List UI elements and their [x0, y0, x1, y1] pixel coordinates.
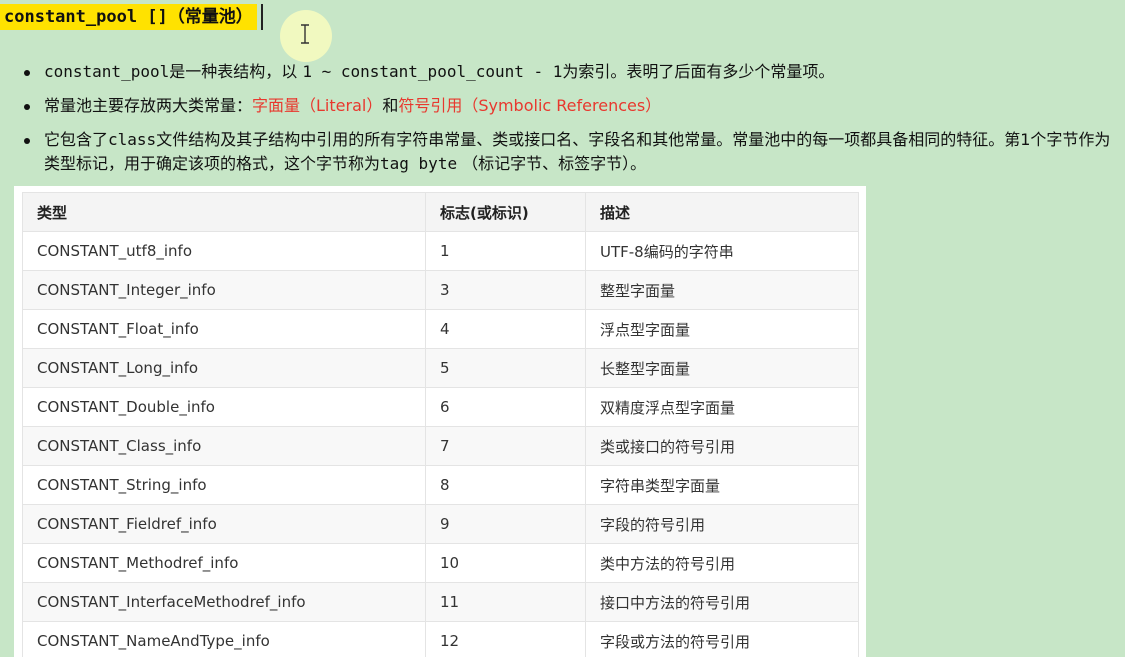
bullet-item: constant_pool是一种表结构，以 1 ~ constant_pool_…	[20, 60, 1120, 84]
bullet-text: 它包含了	[44, 130, 109, 149]
cell-description: 类中方法的符号引用	[585, 543, 859, 583]
cell-tag: 11	[425, 582, 586, 622]
cell-tag: 4	[425, 309, 586, 349]
column-header-description: 描述	[585, 192, 859, 232]
cell-tag: 1	[425, 231, 586, 271]
highlighted-term: 符号引用（Symbolic References）	[398, 96, 662, 115]
cell-description: 接口中方法的符号引用	[585, 582, 859, 622]
section-heading: constant_pool []（常量池）	[0, 4, 263, 30]
cell-type: CONSTANT_Integer_info	[22, 270, 426, 310]
cell-type: CONSTANT_InterfaceMethodref_info	[22, 582, 426, 622]
cell-type: CONSTANT_Class_info	[22, 426, 426, 466]
cell-tag: 12	[425, 621, 586, 657]
table-row: CONSTANT_Long_info 5 长整型字面量	[22, 348, 859, 388]
cell-type: CONSTANT_Long_info	[22, 348, 426, 388]
cell-description: 字符串类型字面量	[585, 465, 859, 505]
cell-tag: 7	[425, 426, 586, 466]
text-caret	[260, 4, 263, 30]
table-header-row: 类型 标志(或标识) 描述	[22, 192, 859, 232]
column-header-tag: 标志(或标识)	[425, 192, 586, 232]
heading-text: constant_pool []（常量池）	[0, 4, 257, 30]
table-row: CONSTANT_String_info 8 字符串类型字面量	[22, 465, 859, 505]
cell-type: CONSTANT_Double_info	[22, 387, 426, 427]
cell-description: 双精度浮点型字面量	[585, 387, 859, 427]
cell-type: CONSTANT_NameAndType_info	[22, 621, 426, 657]
cell-tag: 3	[425, 270, 586, 310]
inline-code: constant_pool	[44, 62, 170, 81]
inline-code: 1 ~ constant_pool_count - 1	[302, 62, 563, 81]
bullet-text: （标记字节、标签字节）。	[457, 154, 647, 173]
cell-type: CONSTANT_utf8_info	[22, 231, 426, 271]
bullet-text: 常量池主要存放两大类常量：	[44, 96, 253, 115]
table-row: CONSTANT_Double_info 6 双精度浮点型字面量	[22, 387, 859, 427]
column-header-type: 类型	[22, 192, 426, 232]
bullet-list: constant_pool是一种表结构，以 1 ~ constant_pool_…	[20, 60, 1120, 186]
table-row: CONSTANT_Class_info 7 类或接口的符号引用	[22, 426, 859, 466]
constant-type-table-panel: 类型 标志(或标识) 描述 CONSTANT_utf8_info 1 UTF-8…	[14, 186, 866, 657]
cell-tag: 6	[425, 387, 586, 427]
cell-tag: 5	[425, 348, 586, 388]
table-row: CONSTANT_InterfaceMethodref_info 11 接口中方…	[22, 582, 859, 622]
cell-description: 类或接口的符号引用	[585, 426, 859, 466]
bullet-text: 是一种表结构，以	[169, 62, 303, 81]
cell-type: CONSTANT_String_info	[22, 465, 426, 505]
inline-code: class	[108, 130, 157, 149]
cell-type: CONSTANT_Methodref_info	[22, 543, 426, 583]
cell-description: 字段的符号引用	[585, 504, 859, 544]
table-row: CONSTANT_Fieldref_info 9 字段的符号引用	[22, 504, 859, 544]
cell-type: CONSTANT_Fieldref_info	[22, 504, 426, 544]
table-row: CONSTANT_NameAndType_info 12 字段或方法的符号引用	[22, 621, 859, 657]
bullet-text: 为索引。表明了后面有多少个常量项。	[562, 62, 835, 81]
bullet-item: 常量池主要存放两大类常量：字面量（Literal）和符号引用（Symbolic …	[20, 94, 1120, 118]
cell-type: CONSTANT_Float_info	[22, 309, 426, 349]
constant-type-table: 类型 标志(或标识) 描述 CONSTANT_utf8_info 1 UTF-8…	[22, 192, 859, 657]
cell-tag: 9	[425, 504, 586, 544]
cell-description: UTF-8编码的字符串	[585, 231, 859, 271]
cell-tag: 8	[425, 465, 586, 505]
cell-description: 整型字面量	[585, 270, 859, 310]
cell-description: 浮点型字面量	[585, 309, 859, 349]
table-row: CONSTANT_Methodref_info 10 类中方法的符号引用	[22, 543, 859, 583]
bullet-text: 和	[382, 96, 399, 115]
cell-description: 长整型字面量	[585, 348, 859, 388]
table-row: CONSTANT_Integer_info 3 整型字面量	[22, 270, 859, 310]
cell-tag: 10	[425, 543, 586, 583]
table-row: CONSTANT_utf8_info 1 UTF-8编码的字符串	[22, 231, 859, 271]
text-cursor-ibeam-icon	[301, 24, 309, 44]
table-row: CONSTANT_Float_info 4 浮点型字面量	[22, 309, 859, 349]
bullet-item: 它包含了class文件结构及其子结构中引用的所有字符串常量、类或接口名、字段名和…	[20, 128, 1120, 176]
highlighted-term: 字面量（Literal）	[252, 96, 383, 115]
inline-code: tag byte	[380, 154, 458, 173]
cell-description: 字段或方法的符号引用	[585, 621, 859, 657]
